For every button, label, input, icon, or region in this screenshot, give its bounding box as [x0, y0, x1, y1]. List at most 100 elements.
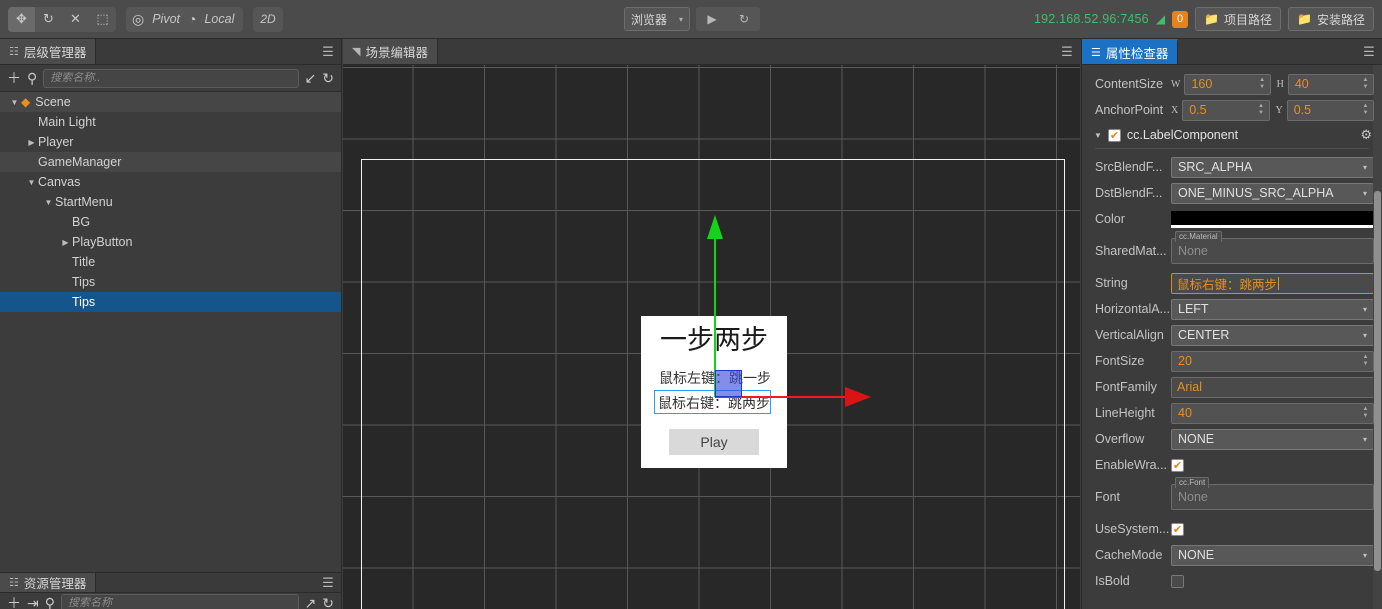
tab-hierarchy[interactable]: ☷ 层级管理器 [0, 39, 97, 64]
src-blend-factor-select[interactable]: SRC_ALPHA ▾ [1171, 156, 1374, 178]
cache-mode-row: CacheMode NONE ▾ [1082, 542, 1382, 568]
preview-target-select[interactable]: 浏览器 ▾ [624, 7, 690, 31]
chevron-down-icon[interactable]: ▼ [42, 198, 55, 207]
tabbar-filler [1178, 39, 1356, 64]
shared-material-asset-field[interactable]: cc.Material None [1171, 231, 1374, 264]
hierarchy-node-playbutton[interactable]: ▶ PlayButton [0, 232, 341, 252]
hierarchy-node-gamemanager[interactable]: GameManager [0, 152, 341, 172]
stepper-icon[interactable]: ▲ ▼ [1256, 101, 1267, 120]
refresh-icon[interactable]: ↻ [322, 595, 334, 609]
component-enabled-checkbox[interactable]: ✔ [1107, 128, 1121, 142]
content-size-width-input[interactable]: 160 ▲ ▼ [1184, 73, 1271, 95]
coordinate-space-label[interactable]: Local [201, 12, 237, 26]
gizmo-center-handle[interactable] [715, 370, 742, 397]
project-path-label: 项目路径 [1224, 12, 1273, 27]
use-system-font-checkbox[interactable]: ✔ [1171, 522, 1184, 536]
overflow-select[interactable]: NONE ▾ [1171, 428, 1374, 450]
font-asset-field[interactable]: cc.Font None [1171, 477, 1374, 510]
vertical-align-select[interactable]: CENTER ▾ [1171, 324, 1374, 346]
stepper-icon[interactable]: ▲ ▼ [1360, 75, 1371, 94]
search-icon[interactable]: ⚲ [45, 595, 55, 609]
play-button-preview[interactable]: Play [669, 429, 759, 455]
anchor-point-y-input[interactable]: 0.5 ▲ ▼ [1286, 99, 1374, 121]
hierarchy-node-startmenu[interactable]: ▼ StartMenu [0, 192, 341, 212]
chevron-right-icon[interactable]: ▶ [59, 238, 72, 247]
install-path-button[interactable]: 📁 安装路径 [1288, 7, 1374, 31]
font-size-input[interactable]: 20 ▲ ▼ [1171, 350, 1374, 372]
dimension-toggle[interactable]: 2D [253, 6, 283, 32]
rotate-tool[interactable]: ↻ [35, 7, 62, 32]
enable-wrap-text-checkbox[interactable]: ✔ [1171, 458, 1184, 472]
use-system-font-label: UseSystem... [1095, 522, 1170, 536]
chevron-down-icon[interactable]: ▼ [25, 178, 38, 187]
pivot-icon[interactable]: ◎ [132, 11, 144, 28]
assets-menu-icon[interactable]: ☰ [315, 573, 341, 592]
component-name: cc.LabelComponent [1126, 128, 1239, 142]
collapse-all-icon[interactable]: ↗ [305, 595, 317, 609]
scale-tool[interactable]: ✕ [62, 7, 89, 32]
stepper-icon[interactable]: ▲ ▼ [1360, 101, 1371, 120]
tab-assets[interactable]: ☷ 资源管理器 [0, 573, 97, 592]
rect-tool[interactable]: ⬚ [89, 7, 116, 32]
collapse-all-icon[interactable]: ↙ [305, 70, 317, 87]
hierarchy-node-player[interactable]: ▶ Player [0, 132, 341, 152]
scene-viewport[interactable]: 一步两步 鼠标左键：跳一步 鼠标右键：跳两步 Play [343, 65, 1080, 609]
horizontal-align-select[interactable]: LEFT ▾ [1171, 298, 1374, 320]
hierarchy-node-tips[interactable]: Tips [0, 292, 341, 312]
content-size-height-input[interactable]: 40 ▲ ▼ [1287, 73, 1374, 95]
tab-inspector[interactable]: ☰ 属性检查器 [1082, 39, 1179, 64]
gizmo-y-arrow-icon[interactable] [707, 215, 723, 239]
project-path-button[interactable]: 📁 项目路径 [1195, 7, 1282, 31]
dst-blend-factor-select[interactable]: ONE_MINUS_SRC_ALPHA ▾ [1171, 182, 1374, 204]
refresh-icon[interactable]: ↻ [322, 70, 334, 87]
hierarchy-node-canvas[interactable]: ▼ Canvas [0, 172, 341, 192]
chevron-down-icon[interactable]: ▼ [1094, 131, 1102, 140]
assets-search-box[interactable] [61, 593, 299, 609]
inspector-scrollbar[interactable] [1374, 191, 1381, 571]
font-label: Font [1095, 490, 1121, 504]
coordinate-space-icon[interactable]: ◔ [188, 11, 196, 27]
string-input[interactable]: 鼠标右键：跳两步 [1171, 272, 1374, 294]
notification-badge[interactable]: 0 [1172, 10, 1189, 28]
stepper-icon[interactable]: ▲ ▼ [1360, 404, 1371, 423]
hierarchy-node-scene[interactable]: ▼ ◆ Scene [0, 92, 341, 112]
font-family-input[interactable]: Arial [1171, 376, 1374, 398]
play-icon[interactable]: ▶ [696, 7, 728, 31]
divider [1095, 148, 1369, 149]
inspector-menu-icon[interactable]: ☰ [1356, 39, 1382, 64]
anchor-point-x-input[interactable]: 0.5 ▲ ▼ [1182, 99, 1270, 121]
search-icon[interactable]: ⚲ [27, 70, 37, 87]
hierarchy-search-box[interactable] [43, 68, 299, 88]
move-tool[interactable]: ✥ [8, 6, 35, 32]
refresh-icon[interactable]: ↻ [728, 7, 760, 31]
gear-icon[interactable]: ⚙ [1360, 127, 1372, 143]
scene-menu-icon[interactable]: ☰ [1054, 39, 1080, 64]
tab-scene-editor[interactable]: ◥ 场景编辑器 [343, 39, 438, 64]
add-node-icon[interactable]: ＋ [7, 68, 21, 88]
gizmo-x-arrow-icon[interactable] [845, 387, 871, 407]
hierarchy-search-input[interactable] [50, 72, 292, 84]
hierarchy-panel: ☷ 层级管理器 ☰ ＋ ⚲ ↙ ↻ ▼◆SceneMain Light▶Play… [0, 39, 342, 572]
add-asset-icon[interactable]: ＋ [7, 593, 21, 609]
is-bold-checkbox[interactable] [1171, 574, 1184, 588]
hierarchy-node-tips[interactable]: Tips [0, 272, 341, 292]
pivot-label[interactable]: Pivot [149, 12, 183, 26]
stepper-icon[interactable]: ▲ ▼ [1257, 75, 1268, 94]
width-axis-label: W [1171, 78, 1181, 90]
hierarchy-node-bg[interactable]: BG [0, 212, 341, 232]
selection-outline [654, 390, 771, 414]
hierarchy-node-title[interactable]: Title [0, 252, 341, 272]
chevron-right-icon[interactable]: ▶ [25, 138, 38, 147]
stepper-icon[interactable]: ▲ ▼ [1360, 352, 1371, 371]
hierarchy-node-main-light[interactable]: Main Light [0, 112, 341, 132]
src-blend-factor-value: SRC_ALPHA [1178, 160, 1253, 174]
color-swatch[interactable] [1171, 210, 1374, 228]
cache-mode-select[interactable]: NONE ▾ [1171, 544, 1374, 566]
import-asset-icon[interactable]: ⇥ [27, 595, 39, 609]
assets-panel: ☷ 资源管理器 ☰ ＋ ⇥ ⚲ ↗ ↻ [0, 572, 342, 609]
label-component-header[interactable]: ▼ ✔ cc.LabelComponent ⚙ [1082, 123, 1382, 145]
hierarchy-menu-icon[interactable]: ☰ [315, 39, 341, 64]
assets-search-input[interactable] [68, 597, 292, 609]
chevron-down-icon[interactable]: ▼ [8, 98, 21, 107]
line-height-input[interactable]: 40 ▲ ▼ [1171, 402, 1374, 424]
